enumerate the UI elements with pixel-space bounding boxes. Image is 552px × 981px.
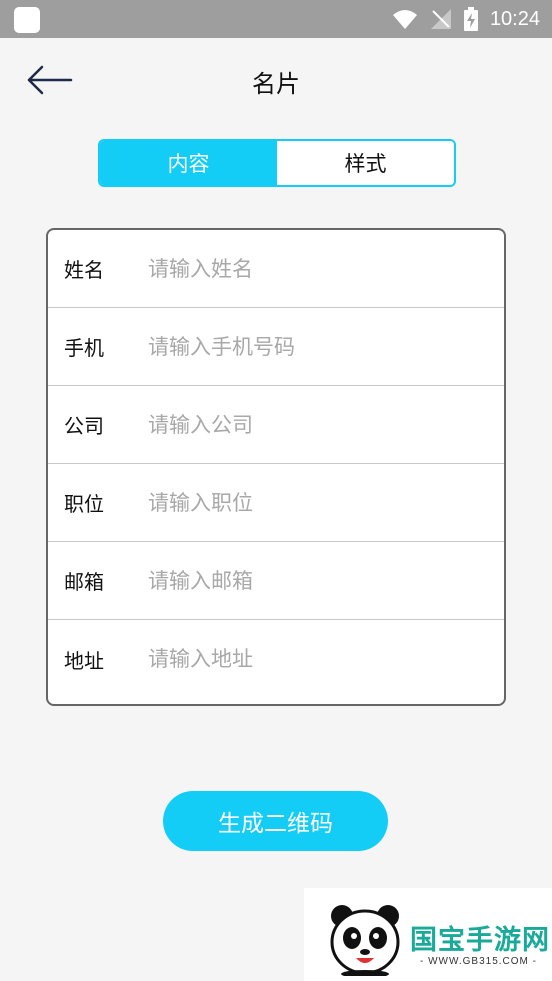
business-card-form: 姓名 手机 公司 职位 邮箱 地址 [46,228,506,706]
address-input[interactable] [146,646,504,672]
phone-label: 手机 [64,336,104,360]
form-row-email: 邮箱 [48,542,504,620]
form-row-position: 职位 [48,464,504,542]
tab-content[interactable]: 内容 [100,141,277,185]
no-signal-icon [430,9,451,29]
position-label: 职位 [64,492,104,516]
status-bar: 10:24 [0,0,552,38]
status-time: 10:24 [489,7,540,30]
watermark: 国宝手游网 - WWW.GB315.COM - [304,888,552,981]
email-input[interactable] [146,567,504,594]
form-row-phone: 手机 [48,308,504,386]
content-style-tabs: 内容 样式 [98,139,456,187]
name-label: 姓名 [64,258,104,282]
battery-charging-icon [463,7,478,31]
name-input[interactable] [146,255,504,282]
form-row-company: 公司 [48,386,504,464]
form-row-address: 地址 [48,620,504,698]
tab-style[interactable]: 样式 [277,141,454,185]
generate-qr-button[interactable]: 生成二维码 [163,791,388,851]
app-notification-icon [14,7,40,33]
position-input[interactable] [146,489,504,516]
watermark-brand: 国宝手游网 [410,925,550,956]
watermark-url: - WWW.GB315.COM - [420,956,537,967]
address-label: 地址 [64,648,104,673]
page-title: 名片 [252,70,300,98]
company-input[interactable] [146,411,504,438]
panda-logo-icon [330,905,400,976]
phone-input[interactable] [146,333,504,360]
form-row-name: 姓名 [48,230,504,308]
email-label: 邮箱 [64,570,104,594]
wifi-icon [392,10,417,29]
company-label: 公司 [64,414,104,438]
status-icons: 10:24 [392,0,540,38]
